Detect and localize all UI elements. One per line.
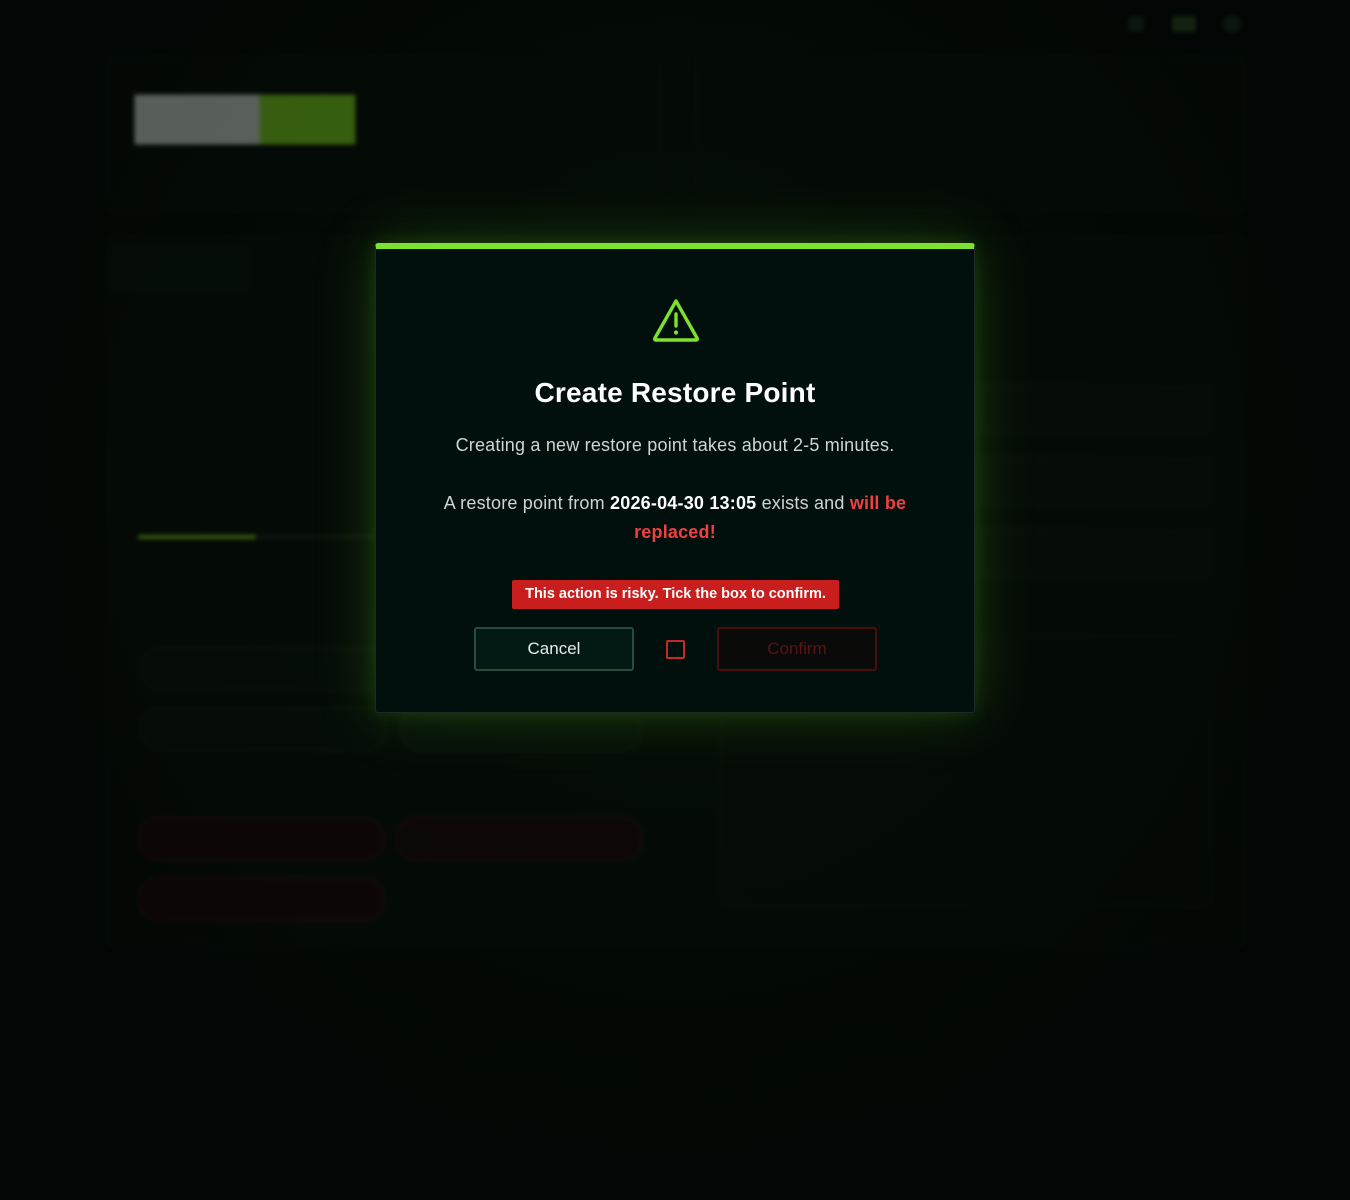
- dialog-description: Creating a new restore point takes about…: [455, 435, 895, 455]
- screen: ███████ Create Restore Point Creating a …: [0, 0, 1350, 1200]
- cancel-button[interactable]: Cancel: [474, 627, 634, 671]
- risk-notice-badge: This action is risky. Tick the box to co…: [512, 580, 839, 609]
- confirm-button[interactable]: Confirm: [717, 627, 877, 671]
- language-flag-icon: [1172, 16, 1196, 32]
- help-icon: [1128, 16, 1144, 32]
- status-card: [695, 55, 1247, 212]
- existing-middle: exists and: [761, 493, 845, 513]
- bg-danger-button: [138, 877, 385, 921]
- warning-triangle-icon: [652, 299, 700, 342]
- existing-restore-point-warning: A restore point from 2026-04-30 13:05 ex…: [416, 489, 934, 547]
- storage-bar-fill: [138, 535, 256, 539]
- bg-button: [400, 707, 642, 751]
- dialog-title: Create Restore Point: [534, 377, 816, 408]
- bg-button: [140, 647, 387, 691]
- restore-point-dialog: Create Restore Point Creating a new rest…: [375, 243, 975, 713]
- menu-icon: [1224, 16, 1240, 32]
- bg-danger-button: [138, 817, 385, 861]
- bg-button: [140, 707, 387, 751]
- logo: ███████: [135, 95, 355, 144]
- top-right-controls: [1128, 16, 1240, 32]
- tab-active: [110, 245, 250, 293]
- bg-danger-button: [396, 817, 643, 861]
- existing-timestamp: 2026-04-30 13:05: [610, 493, 757, 513]
- confirm-risk-checkbox[interactable]: [666, 640, 685, 659]
- existing-prefix: A restore point from: [443, 493, 605, 513]
